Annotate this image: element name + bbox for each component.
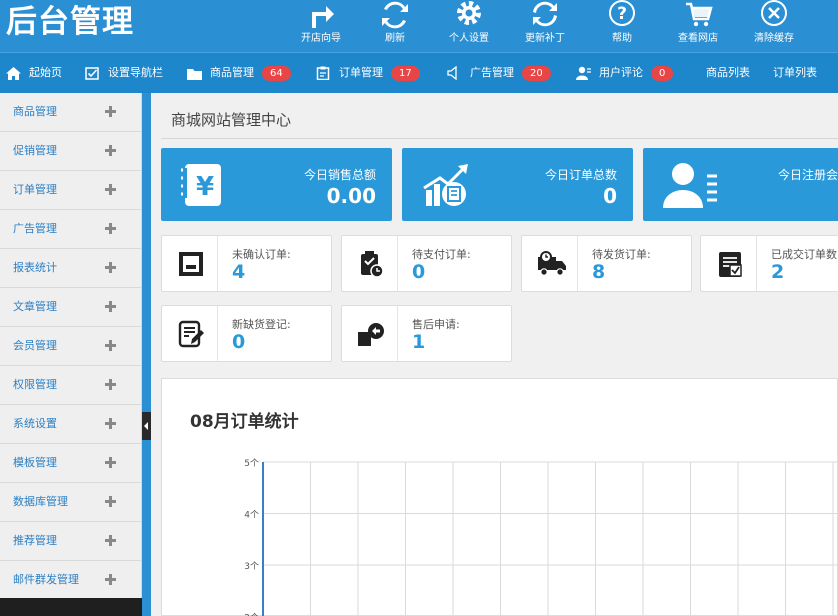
plus-icon [105,535,116,546]
comment-count-badge: 0 [651,65,674,81]
sidebar-item-system[interactable]: 系统设置 [0,405,142,444]
sidebar-item-reports[interactable]: 报表统计 [0,249,142,288]
order-card-unconfirmed[interactable]: 未确认订单: 4 [161,235,332,292]
help-button[interactable]: ? 帮助 [586,0,658,52]
order-card-completed[interactable]: 已成交订单数 2 [700,235,838,292]
chart-y-tick-label: 5个 [244,458,259,469]
sidebar-item-ads[interactable]: 广告管理 [0,210,142,249]
completed-order-icon [701,236,757,291]
order-stats-chart-panel: 08月订单统计 5个4个3个2个 [161,378,838,616]
main-content: 商城网站管理中心 ¥ 今日销售总额 0.00 今日订单总数 0 今日注册会 未确… [151,93,838,616]
sidebar-item-goods[interactable]: 商品管理 [0,93,142,132]
sidebar-item-templates[interactable]: 模板管理 [0,444,142,483]
chart-y-tick-label: 2个 [244,613,259,616]
plus-icon [105,301,116,312]
goods-count-badge: 64 [262,65,291,81]
top-header: 后台管理 开店向导 刷新 个人设置 更新补丁 ? 帮助 查看网店 清除缓存 [0,0,838,52]
app-logo: 后台管理 [6,4,134,40]
sidebar: 商品管理 促销管理 订单管理 广告管理 报表统计 文章管理 会员管理 权限管理 … [0,93,142,616]
plus-icon [105,496,116,507]
sidebar-item-orders[interactable]: 订单管理 [0,171,142,210]
sidebar-item-recommend[interactable]: 推荐管理 [0,522,142,561]
order-stats-chart: 5个 4个 3个 2个 [244,458,838,616]
order-card-pending-shipment[interactable]: 待发货订单: 8 [521,235,692,292]
nav-user-comments[interactable]: 用户评论 0 [576,53,674,93]
money-icon: ¥ [179,160,231,214]
close-circle-icon [738,0,810,30]
member-icon [661,160,719,214]
order-card-pending-payment[interactable]: 待支付订单: 0 [341,235,512,292]
page-title: 商城网站管理中心 [171,111,292,129]
home-icon [6,66,21,80]
nav-goods-manage[interactable]: 商品管理 64 [187,53,291,93]
order-card-after-sales[interactable]: 售后申请: 1 [341,305,512,362]
plus-icon [105,379,116,390]
clear-cache-button[interactable]: 清除缓存 [738,0,810,52]
nav-goods-list[interactable]: 商品列表 [706,53,750,93]
order-card-out-of-stock[interactable]: 新缺货登记: 0 [161,305,332,362]
speaker-icon [447,66,462,80]
sidebar-item-members[interactable]: 会员管理 [0,327,142,366]
view-shop-button[interactable]: 查看网店 [662,0,734,52]
plus-icon [105,457,116,468]
nav-order-manage[interactable]: 订单管理 17 [316,53,420,93]
sidebar-item-articles[interactable]: 文章管理 [0,288,142,327]
pending-payment-icon [342,236,398,291]
plus-icon [105,262,116,273]
stat-today-sales: ¥ 今日销售总额 0.00 [161,148,392,221]
nav-order-list[interactable]: 订单列表 [773,53,817,93]
sidebar-collapse-toggle[interactable] [142,412,151,440]
nav-home[interactable]: 起始页 [6,53,62,93]
sidebar-item-promotion[interactable]: 促销管理 [0,132,142,171]
gear-icon [433,0,505,30]
refresh-button[interactable]: 刷新 [359,0,431,52]
sidebar-divider [142,93,151,616]
square-frame-icon [162,236,218,291]
update-patch-button[interactable]: 更新补丁 [509,0,581,52]
folder-icon [187,67,202,80]
return-box-icon [342,306,398,361]
plus-icon [105,106,116,117]
refresh-icon [359,0,431,30]
share-arrow-icon [285,0,357,30]
plus-icon [105,418,116,429]
checkbox-icon [85,66,100,80]
setup-wizard-button[interactable]: 开店向导 [285,0,357,52]
title-divider [161,138,838,139]
plus-icon [105,223,116,234]
order-count-badge: 17 [391,65,420,81]
ad-count-badge: 20 [522,65,551,81]
edit-note-icon [162,306,218,361]
user-icon [576,66,591,80]
sync-icon [509,0,581,30]
plus-icon [105,184,116,195]
sidebar-item-database[interactable]: 数据库管理 [0,483,142,522]
svg-text:¥: ¥ [196,172,214,202]
nav-ad-manage[interactable]: 广告管理 20 [447,53,551,93]
help-icon: ? [586,0,658,30]
delivery-truck-icon [522,236,578,291]
plus-icon [105,145,116,156]
chart-y-tick-label: 3个 [244,561,259,572]
svg-text:?: ? [617,4,627,24]
plus-icon [105,340,116,351]
sidebar-item-permissions[interactable]: 权限管理 [0,366,142,405]
plus-icon [105,574,116,585]
nav-bar: 起始页 设置导航栏 商品管理 64 订单管理 17 广告管理 20 用户评论 0 商品列… [0,52,838,93]
chart-y-tick-label: 4个 [244,510,259,521]
growth-chart-icon [420,160,474,214]
personal-settings-button[interactable]: 个人设置 [433,0,505,52]
clipboard-icon [316,66,331,80]
sidebar-item-mail[interactable]: 邮件群发管理 [0,561,142,600]
nav-setup-navbar[interactable]: 设置导航栏 [85,53,163,93]
sidebar-footer [0,598,142,616]
stat-today-registrations: 今日注册会 [643,148,838,221]
stat-today-orders: 今日订单总数 0 [402,148,633,221]
cart-icon [662,0,734,30]
